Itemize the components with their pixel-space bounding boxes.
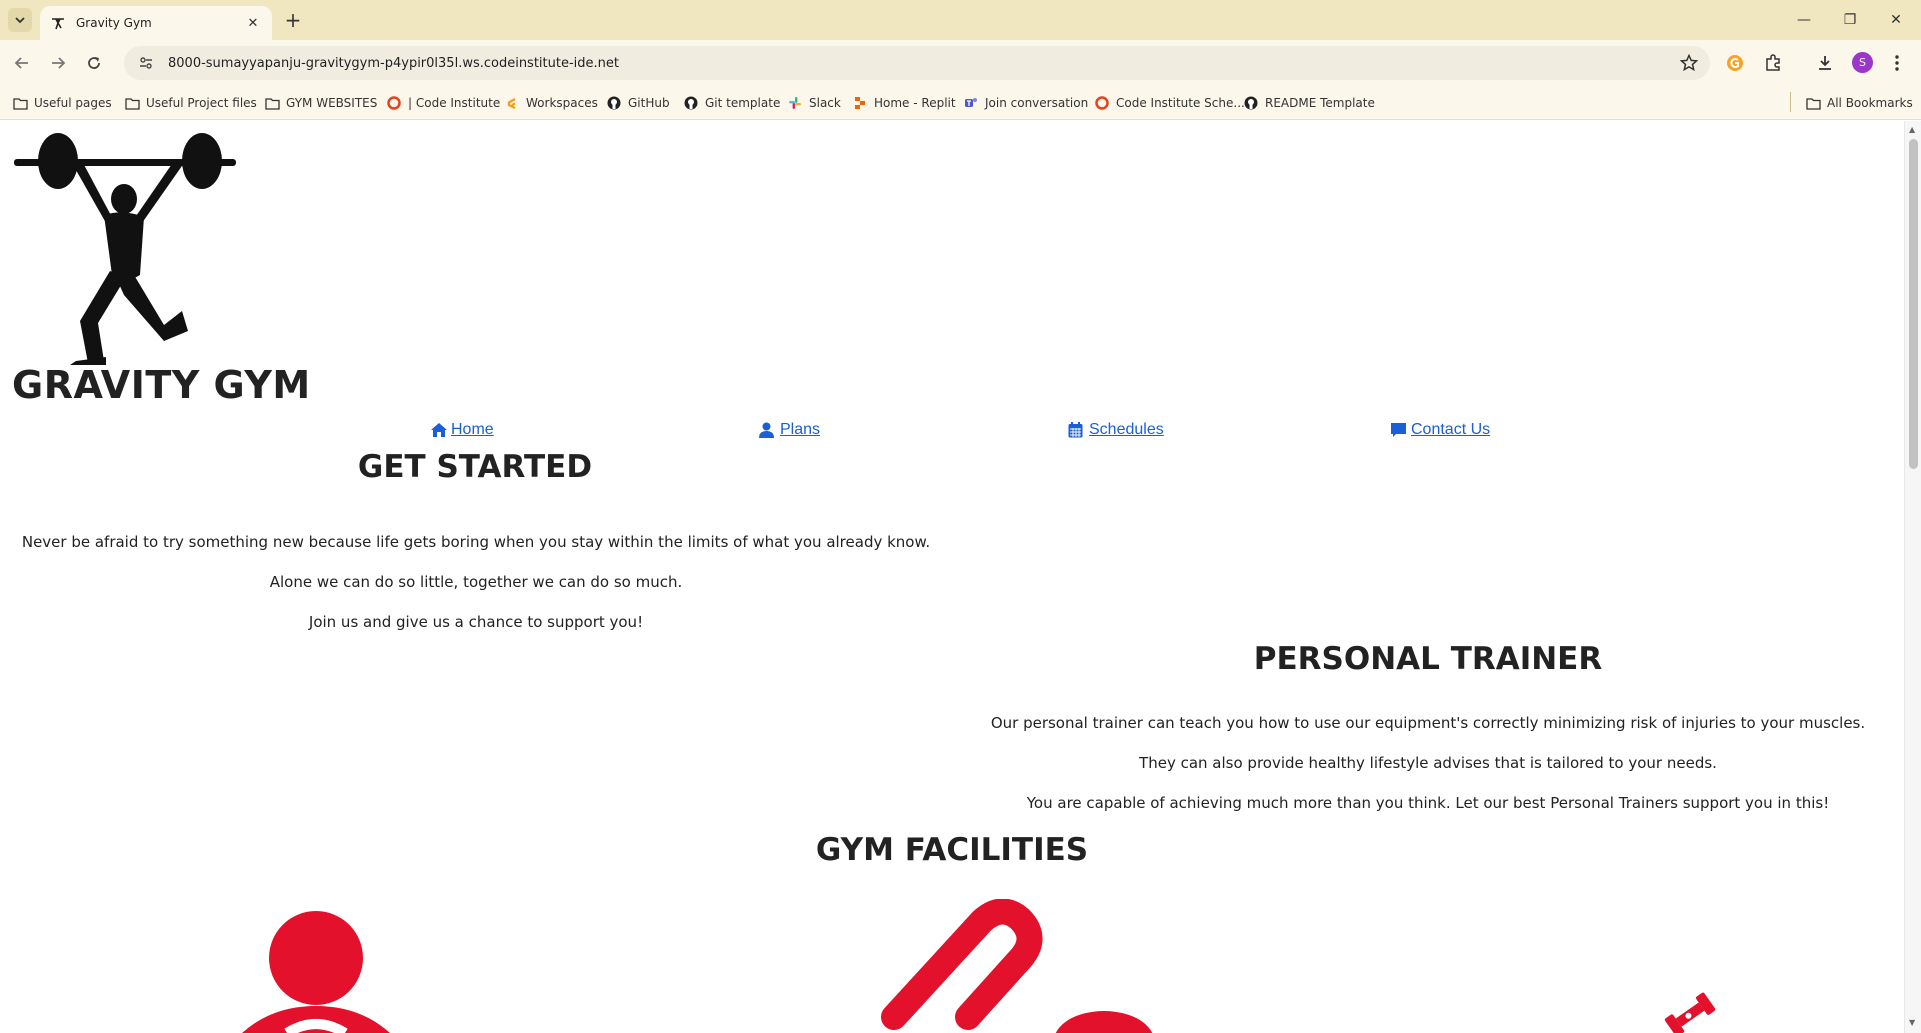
page-viewport: GRAVITY GYM Home Plans Schedules Contact… <box>0 121 1904 1033</box>
close-window-button[interactable]: ✕ <box>1882 8 1910 32</box>
nav-label: Contact Us <box>1411 421 1491 438</box>
gitpod-icon <box>504 95 520 111</box>
bookmarks-divider <box>1790 92 1791 112</box>
bookmark-label: Home - Replit <box>874 96 956 110</box>
bookmark-label: | Code Institute <box>408 96 501 110</box>
bookmark-label: README Template <box>1265 96 1375 110</box>
folder-icon <box>12 95 28 111</box>
downloads-icon[interactable] <box>1814 52 1836 74</box>
bookmark-label: Workspaces <box>526 96 598 110</box>
bookmark-label: Useful Project files <box>146 96 257 110</box>
reload-button[interactable] <box>82 51 106 75</box>
folder-icon <box>124 95 140 111</box>
home-icon <box>430 422 448 439</box>
nav-link-plans[interactable]: Plans <box>759 421 820 439</box>
url-text: 8000-sumayyapanju-gravitygym-p4ypir0l35l… <box>168 55 619 71</box>
nav-label: Plans <box>780 421 821 438</box>
chevron-down-icon <box>15 17 25 24</box>
new-tab-button[interactable]: + <box>282 8 304 32</box>
nav-link-schedules[interactable]: Schedules <box>1068 421 1164 439</box>
bookmarks-bar: Useful pages Useful Project files GYM WE… <box>0 86 1921 120</box>
bookmark-label: Join conversation <box>985 96 1089 110</box>
bookmark-label: Code Institute Sche... <box>1116 96 1245 110</box>
github-icon <box>683 95 699 111</box>
treadmill-icon <box>881 899 1152 1033</box>
nav-link-contact[interactable]: Contact Us <box>1390 421 1490 439</box>
calendar-icon <box>1068 422 1086 439</box>
tab-title: Gravity Gym <box>76 16 152 30</box>
reload-icon <box>88 57 100 69</box>
code-institute-icon <box>386 95 402 111</box>
nav-link-home[interactable]: Home <box>430 421 494 439</box>
bookmark-label: GitHub <box>628 96 670 110</box>
gym-facilities-heading: GYM FACILITIES <box>815 832 1089 868</box>
github-icon <box>1243 95 1259 111</box>
back-arrow-icon <box>14 57 28 69</box>
extension-grammarly-icon[interactable] <box>1724 52 1746 74</box>
bookmark-item[interactable]: GYM WEBSITES <box>264 94 377 112</box>
bookmark-item[interactable]: Workspaces <box>504 94 598 112</box>
extensions-puzzle-icon[interactable] <box>1762 52 1784 74</box>
bookmark-label: GYM WEBSITES <box>286 96 378 110</box>
bookmark-item[interactable]: Home - Replit <box>852 94 956 112</box>
personal-trainer-line: Our personal trainer can teach you how t… <box>990 714 1866 732</box>
bookmark-item[interactable]: Code Institute Sche... <box>1094 94 1245 112</box>
minimize-button[interactable]: — <box>1790 8 1818 32</box>
dumbbell-icon <box>1664 992 1716 1033</box>
nav-label: Schedules <box>1089 421 1164 438</box>
get-started-line: Alone we can do so little, together we c… <box>269 573 683 591</box>
all-bookmarks-label: All Bookmarks <box>1827 96 1913 110</box>
get-started-line: Join us and give us a chance to support … <box>308 613 644 631</box>
bookmark-item[interactable]: Useful pages <box>12 94 112 112</box>
bookmark-item[interactable]: Slack <box>787 94 841 112</box>
site-info-icon[interactable] <box>138 55 154 71</box>
personal-trainer-line: You are capable of achieving much more t… <box>1026 794 1830 812</box>
address-bar[interactable]: 8000-sumayyapanju-gravitygym-p4ypir0l35l… <box>124 46 1710 80</box>
bookmark-label: Slack <box>809 96 841 110</box>
menu-kebab-icon[interactable] <box>1886 52 1908 74</box>
profile-avatar[interactable]: S <box>1852 52 1873 73</box>
folder-icon <box>1805 95 1821 111</box>
weightlifter-logo-icon <box>14 133 236 365</box>
code-institute-icon <box>1094 95 1110 111</box>
bookmark-item[interactable]: GitHub <box>606 94 670 112</box>
active-tab[interactable]: Gravity Gym ✕ <box>40 6 272 40</box>
slack-icon <box>787 95 803 111</box>
restore-button[interactable]: ❐ <box>1836 8 1864 32</box>
user-icon <box>759 422 777 439</box>
teams-icon <box>963 95 979 111</box>
tab-search-button[interactable] <box>8 8 32 32</box>
folder-icon <box>264 95 280 111</box>
get-started-line: Never be afraid to try something new bec… <box>21 533 931 551</box>
personal-trainer-heading: PERSONAL TRAINER <box>1253 641 1603 677</box>
nav-label: Home <box>451 421 494 438</box>
replit-icon <box>852 95 868 111</box>
scroll-up-arrow-icon[interactable]: ▲ <box>1909 125 1915 134</box>
bookmark-star-icon[interactable] <box>1680 54 1698 72</box>
github-icon <box>606 95 622 111</box>
bookmark-label: Git template <box>705 96 781 110</box>
bookmark-label: Useful pages <box>34 96 112 110</box>
bookmark-item[interactable]: Git template <box>683 94 780 112</box>
scroll-thumb[interactable] <box>1909 139 1918 469</box>
personal-trainer-line: They can also provide healthy lifestyle … <box>1139 754 1717 772</box>
bookmark-item[interactable]: Useful Project files <box>124 94 257 112</box>
page-scrollbar[interactable]: ▲ ▼ <box>1904 121 1921 1033</box>
bookmark-item[interactable]: README Template <box>1243 94 1375 112</box>
browser-toolbar: 8000-sumayyapanju-gravitygym-p4ypir0l35l… <box>0 40 1921 86</box>
site-brand-title: GRAVITY GYM <box>12 363 311 407</box>
scroll-down-arrow-icon[interactable]: ▼ <box>1909 1018 1915 1027</box>
tab-strip: Gravity Gym ✕ + — ❐ ✕ <box>0 0 1921 40</box>
forward-arrow-icon <box>52 57 66 69</box>
bookmark-item[interactable]: | Code Institute <box>386 94 500 112</box>
all-bookmarks[interactable]: All Bookmarks <box>1805 94 1913 112</box>
person-icon <box>242 911 390 1033</box>
get-started-heading: GET STARTED <box>357 449 593 485</box>
bookmark-item[interactable]: Join conversation <box>963 94 1088 112</box>
forward-button[interactable] <box>46 51 70 75</box>
back-button[interactable] <box>10 51 34 75</box>
close-tab-icon[interactable]: ✕ <box>244 14 262 32</box>
comment-icon <box>1390 422 1408 439</box>
weightlifter-favicon-icon <box>50 15 66 31</box>
